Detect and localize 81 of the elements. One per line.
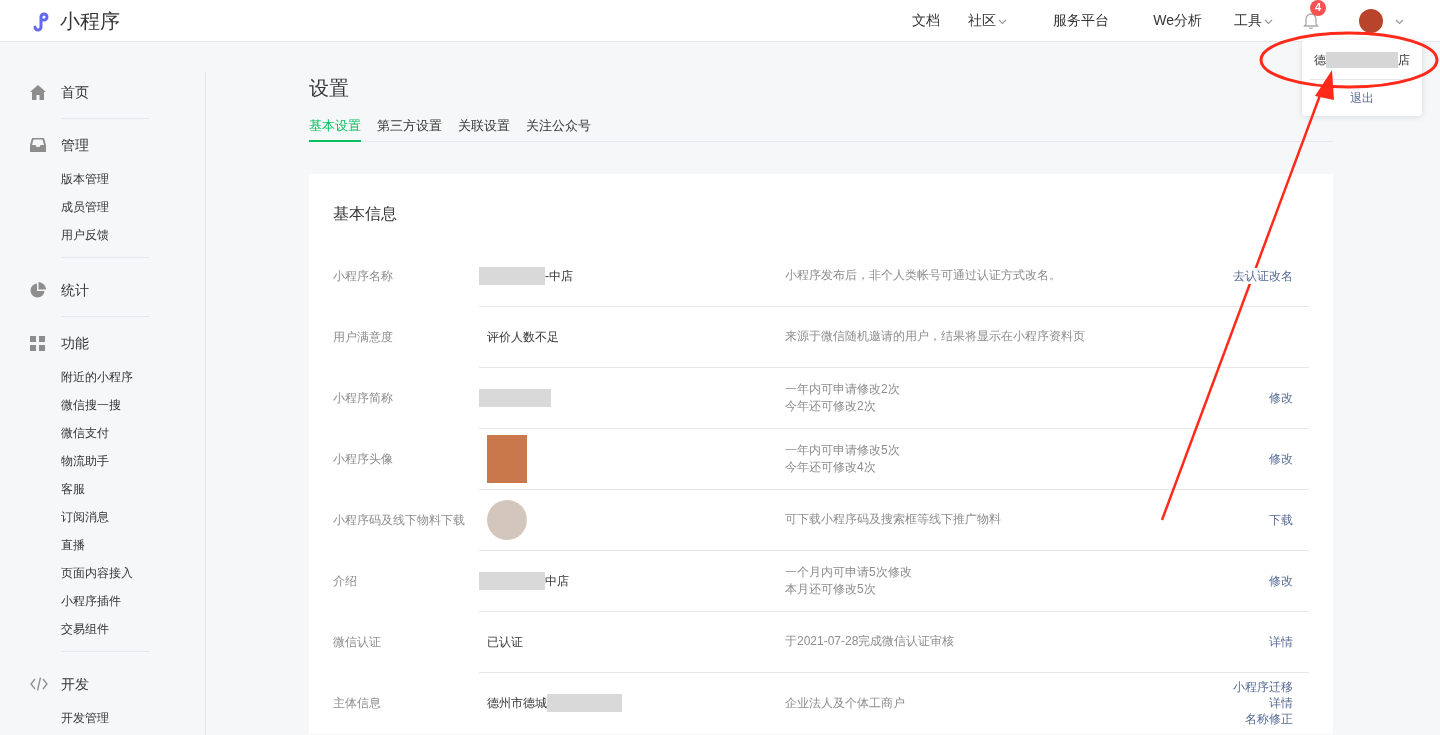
field-value: -中店 — [545, 267, 573, 285]
nav-link[interactable]: 工具 — [1234, 10, 1273, 31]
field-label: 介绍 — [333, 573, 358, 590]
nav-link[interactable]: We分析 — [1153, 10, 1202, 31]
field-value: 德州市德城 — [486, 695, 547, 712]
sidebar-subitem[interactable]: 页面内容接入 — [61, 564, 133, 582]
nav-link[interactable]: 服务平台 — [1053, 10, 1110, 31]
photo-placeholder — [487, 434, 527, 483]
field-description: 可下载小程序码及搜索框等线下推广物料 — [785, 511, 1002, 528]
sidebar-item[interactable]: 管理 — [61, 134, 89, 156]
sidebar-subitem[interactable]: 开发管理 — [61, 709, 109, 727]
nav-link[interactable]: 社区 — [968, 10, 1008, 31]
account-name: 店 — [1398, 51, 1410, 69]
field-value: 已认证 — [486, 633, 523, 651]
notification-badge: 4 — [1310, 0, 1326, 16]
sidebar-item[interactable]: 首页 — [61, 81, 89, 103]
action-link[interactable]: 小程序迁移 — [1233, 679, 1293, 695]
action-link[interactable]: 修改 — [1269, 389, 1293, 406]
action-link[interactable]: 去认证改名 — [1233, 267, 1293, 284]
blurred-text — [479, 571, 545, 590]
field-label: 微信认证 — [333, 634, 382, 651]
card-title: 基本信息 — [333, 203, 398, 224]
code-icon — [30, 677, 48, 691]
field-label: 用户满意度 — [333, 329, 394, 346]
field-label: 小程序头像 — [333, 451, 394, 468]
field-value: 评价人数不足 — [486, 328, 559, 346]
field-description: 企业法人及个体工商户 — [785, 694, 906, 712]
action-link[interactable]: 详情 — [1269, 695, 1293, 711]
tab[interactable]: 关注公众号 — [526, 116, 591, 142]
field-label: 小程序简称 — [333, 390, 394, 407]
action-link[interactable]: 详情 — [1269, 633, 1293, 650]
field-label: 小程序名称 — [333, 268, 394, 285]
field-description: 一个月内可申请5次修改 — [785, 563, 913, 581]
blurred-text — [479, 266, 545, 285]
sidebar-subitem[interactable]: 物流助手 — [61, 452, 109, 470]
field-description: 今年还可修改4次 — [785, 458, 877, 476]
nav-link[interactable]: 文档 — [912, 10, 941, 31]
field-description: 一年内可申请修改5次 — [785, 441, 901, 459]
sidebar-subitem[interactable]: 微信支付 — [61, 424, 109, 442]
account-name: 德 — [1314, 51, 1326, 69]
inbox-icon — [30, 138, 46, 152]
sidebar-subitem[interactable]: 客服 — [61, 480, 85, 498]
field-description: 今年还可修改2次 — [785, 397, 877, 415]
action-link[interactable]: 修改 — [1269, 572, 1293, 589]
action-link[interactable]: 修改 — [1269, 450, 1293, 467]
field-description: 一年内可申请修改2次 — [785, 380, 901, 398]
field-description: 来源于微信随机邀请的用户，结果将显示在小程序资料页 — [785, 328, 1086, 345]
sidebar-item[interactable]: 统计 — [61, 279, 89, 301]
sidebar-subitem[interactable]: 订阅消息 — [61, 508, 109, 526]
sidebar-subitem[interactable]: 交易组件 — [61, 620, 109, 638]
field-label: 小程序码及线下物料下载 — [333, 512, 466, 529]
caret-icon[interactable] — [1395, 19, 1404, 25]
logo-title: 小程序 — [60, 8, 120, 34]
sidebar-item[interactable]: 开发 — [61, 673, 89, 695]
blurred-text — [479, 388, 551, 407]
tab[interactable]: 第三方设置 — [377, 116, 442, 142]
field-value: 中店 — [545, 572, 569, 590]
field-description: 于2021-07-28完成微信认证审核 — [785, 633, 956, 650]
sidebar-subitem[interactable]: 微信搜一搜 — [61, 396, 121, 414]
field-description: 本月还可修改5次 — [785, 580, 877, 598]
sidebar-subitem[interactable]: 小程序插件 — [61, 592, 121, 610]
blurred-text — [1326, 51, 1398, 68]
field-label: 主体信息 — [333, 695, 382, 712]
sidebar-subitem[interactable]: 成员管理 — [61, 198, 109, 216]
sidebar-subitem[interactable]: 用户反馈 — [61, 226, 109, 244]
sidebar-subitem[interactable]: 版本管理 — [61, 170, 109, 188]
page-title: 设置 — [309, 76, 350, 101]
action-link[interactable]: 下载 — [1269, 511, 1293, 528]
pie-chart-icon — [30, 282, 46, 298]
qr-code-placeholder — [487, 499, 527, 540]
sidebar-subitem[interactable]: 直播 — [61, 536, 85, 554]
sidebar-subitem[interactable]: 附近的小程序 — [61, 368, 133, 386]
sidebar-item[interactable]: 功能 — [61, 332, 89, 354]
bell-icon[interactable] — [1303, 11, 1319, 29]
logout-link[interactable]: 退出 — [1350, 89, 1374, 107]
avatar-placeholder[interactable] — [1359, 8, 1383, 33]
tab[interactable]: 关联设置 — [458, 116, 510, 142]
grid-icon — [30, 335, 45, 351]
field-description: 小程序发布后，非个人类帐号可通过认证方式改名。 — [785, 267, 1062, 284]
action-link[interactable]: 名称修正 — [1245, 711, 1293, 727]
home-icon — [30, 84, 46, 100]
